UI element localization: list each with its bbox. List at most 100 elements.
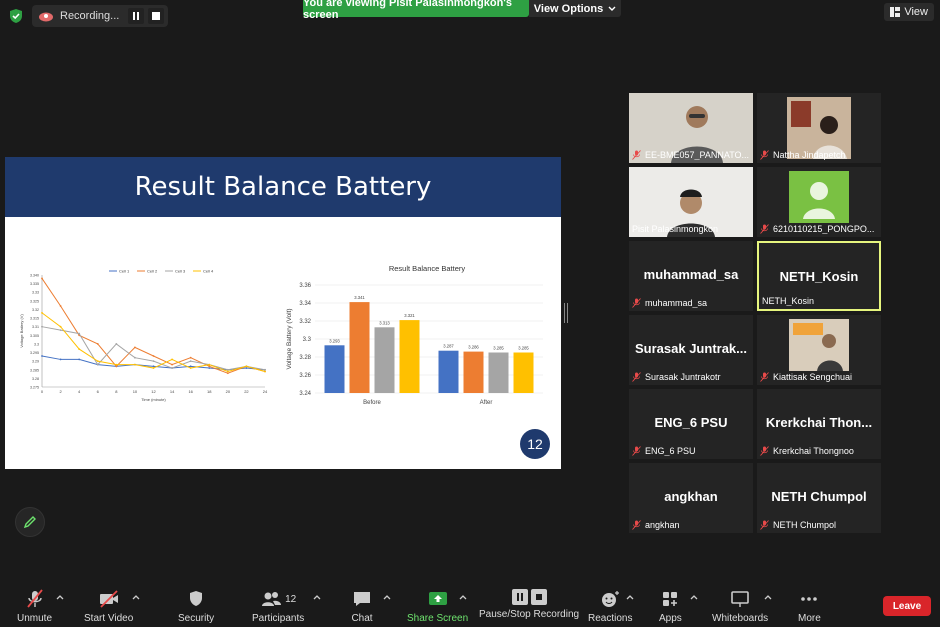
- line-chart-data-point: [189, 356, 192, 359]
- participant-caption: Krerkchai Thongnoo: [760, 446, 878, 456]
- line-chart-data-point: [226, 372, 229, 375]
- line-chart-data-point: [189, 360, 192, 363]
- line-chart-y-tick-label: 3.275: [30, 386, 39, 390]
- line-chart-y-tick-label: 3.32: [32, 308, 39, 312]
- slide-title: Result Balance Battery: [134, 172, 432, 202]
- participant-name-label: muhammad_sa: [645, 298, 708, 308]
- line-chart-data-point: [41, 277, 43, 280]
- microphone-muted-icon: [760, 446, 769, 456]
- line-chart-y-tick-label: 3.28: [32, 377, 39, 381]
- shield-icon: [190, 591, 203, 606]
- line-chart-y-tick-label: 3.340: [30, 274, 39, 278]
- line-chart-x-tick-label: 16: [188, 389, 193, 394]
- bar-chart-bar: [438, 350, 459, 393]
- bar-chart-data-label: 3.286: [468, 345, 479, 350]
- audio-options-chevron-up-icon[interactable]: [56, 594, 64, 600]
- cloud-recording-icon: [39, 12, 53, 22]
- video-camera-off-icon: [99, 590, 118, 608]
- leave-button[interactable]: Leave: [883, 596, 931, 616]
- video-options-chevron-up-icon[interactable]: [132, 594, 140, 600]
- microphone-muted-icon: [760, 372, 769, 382]
- line-chart-x-tick-label: 0: [41, 389, 44, 394]
- bar-chart-y-axis-label: Voltage Battery (Volt): [286, 308, 293, 369]
- line-chart-data-point: [208, 365, 211, 368]
- line-chart-data-point: [134, 346, 136, 349]
- line-chart-legend-label: Cell 4: [203, 269, 214, 274]
- participant-caption: 6210110215_PONGPO...: [760, 224, 878, 234]
- stop-icon: [152, 12, 160, 20]
- apps-icon: [663, 592, 678, 606]
- unmute-button[interactable]: Unmute: [17, 589, 52, 624]
- slide-header: Result Balance Battery: [5, 157, 561, 217]
- participant-caption: Kiattisak Sengchuai: [760, 372, 878, 382]
- participant-tile[interactable]: Pisit Palasinmongkon: [629, 167, 753, 237]
- line-chart-data-point: [41, 312, 43, 314]
- participant-tile[interactable]: angkhan angkhan: [629, 463, 753, 533]
- participant-caption: Nattha Jindapetch: [760, 150, 878, 160]
- participant-tile[interactable]: muhammad_sa muhammad_sa: [629, 241, 753, 311]
- participant-tile[interactable]: Kiattisak Sengchuai: [757, 315, 881, 385]
- chat-button[interactable]: Chat: [351, 589, 373, 624]
- participant-tile[interactable]: Nattha Jindapetch: [757, 93, 881, 163]
- participant-name-label: Pisit Palasinmongkon: [632, 224, 719, 234]
- line-chart-data-point: [152, 365, 155, 368]
- line-chart-data-point: [59, 329, 62, 332]
- start-video-button[interactable]: Start Video: [84, 589, 133, 624]
- line-chart-data-point: [152, 367, 155, 369]
- start-video-label: Start Video: [84, 613, 134, 624]
- view-layout-button[interactable]: View: [884, 3, 934, 21]
- line-chart-data-point: [208, 363, 211, 366]
- bar-chart: Result Balance Battery 3.36 3.34 3.32 3.3 3.2…: [286, 264, 543, 406]
- participant-tile[interactable]: NETH Chumpol NETH Chumpol: [757, 463, 881, 533]
- share-screen-chevron-up-icon[interactable]: [459, 594, 467, 600]
- line-chart-data-point: [96, 363, 99, 366]
- bar-chart-data-label: 3.341: [354, 295, 365, 300]
- stop-recording-button[interactable]: [148, 8, 164, 24]
- line-chart-data-point: [78, 358, 81, 361]
- participant-display-name: NETH_Kosin: [779, 269, 859, 284]
- security-shield-icon[interactable]: [8, 8, 24, 24]
- participant-caption: NETH_Kosin: [762, 296, 876, 306]
- line-chart-data-point: [115, 343, 118, 345]
- pause-stop-recording-button[interactable]: Pause/Stop Recording: [479, 589, 579, 620]
- participant-name-label: Nattha Jindapetch: [773, 150, 846, 160]
- line-chart-data-point: [59, 325, 62, 328]
- participants-chevron-up-icon[interactable]: [313, 594, 321, 600]
- line-chart-x-tick-label: 2: [59, 389, 62, 394]
- line-chart-data-point: [189, 367, 192, 369]
- view-options-button[interactable]: View Options: [529, 0, 621, 17]
- line-chart-legend-label: Cell 2: [147, 269, 158, 274]
- line-chart: 3.3403.3353.333.3253.323.3153.313.3053.3…: [19, 269, 268, 403]
- annotate-button[interactable]: [15, 507, 45, 537]
- microphone-muted-icon: [26, 589, 43, 608]
- microphone-muted-icon: [632, 298, 641, 308]
- chat-chevron-up-icon[interactable]: [383, 594, 391, 600]
- participant-tile[interactable]: Krerkchai Thon... Krerkchai Thongnoo: [757, 389, 881, 459]
- participant-tile[interactable]: Surasak Juntrak... Surasak Juntrakotr: [629, 315, 753, 385]
- participant-name-label: 6210110215_PONGPO...: [773, 224, 875, 234]
- more-button[interactable]: More: [798, 589, 821, 624]
- line-chart-y-tick-label: 3.285: [30, 368, 39, 372]
- bar-chart-y-tick-label: 3.36: [299, 283, 311, 289]
- line-chart-x-tick-label: 20: [226, 389, 231, 394]
- apps-chevron-up-icon[interactable]: [690, 594, 698, 600]
- participant-tile[interactable]: 6210110215_PONGPO...: [757, 167, 881, 237]
- whiteboards-chevron-up-icon[interactable]: [764, 594, 772, 600]
- line-chart-x-tick-label: 8: [115, 389, 118, 394]
- security-button[interactable]: Security: [178, 589, 214, 624]
- line-chart-y-axis-label: Voltage Battery (V): [19, 314, 24, 348]
- participant-tile[interactable]: ENG_6 PSU ENG_6 PSU: [629, 389, 753, 459]
- line-chart-data-point: [152, 360, 155, 363]
- apps-button[interactable]: Apps: [659, 589, 682, 624]
- pause-recording-button[interactable]: [128, 8, 144, 24]
- participant-caption: muhammad_sa: [632, 298, 750, 308]
- reactions-chevron-up-icon[interactable]: [626, 594, 634, 600]
- bar-chart-data-label: 3.285: [493, 346, 504, 351]
- participant-tile[interactable]: NETH_Kosin NETH_Kosin: [757, 241, 881, 311]
- bar-chart-bar: [513, 352, 534, 393]
- participants-button[interactable]: 12 Participants: [252, 589, 304, 624]
- bar-chart-bar: [399, 320, 420, 393]
- participant-tile[interactable]: EE-BME057_PANNATO...: [629, 93, 753, 163]
- whiteboards-button[interactable]: Whiteboards: [712, 589, 768, 624]
- panel-splitter-handle[interactable]: [564, 303, 568, 323]
